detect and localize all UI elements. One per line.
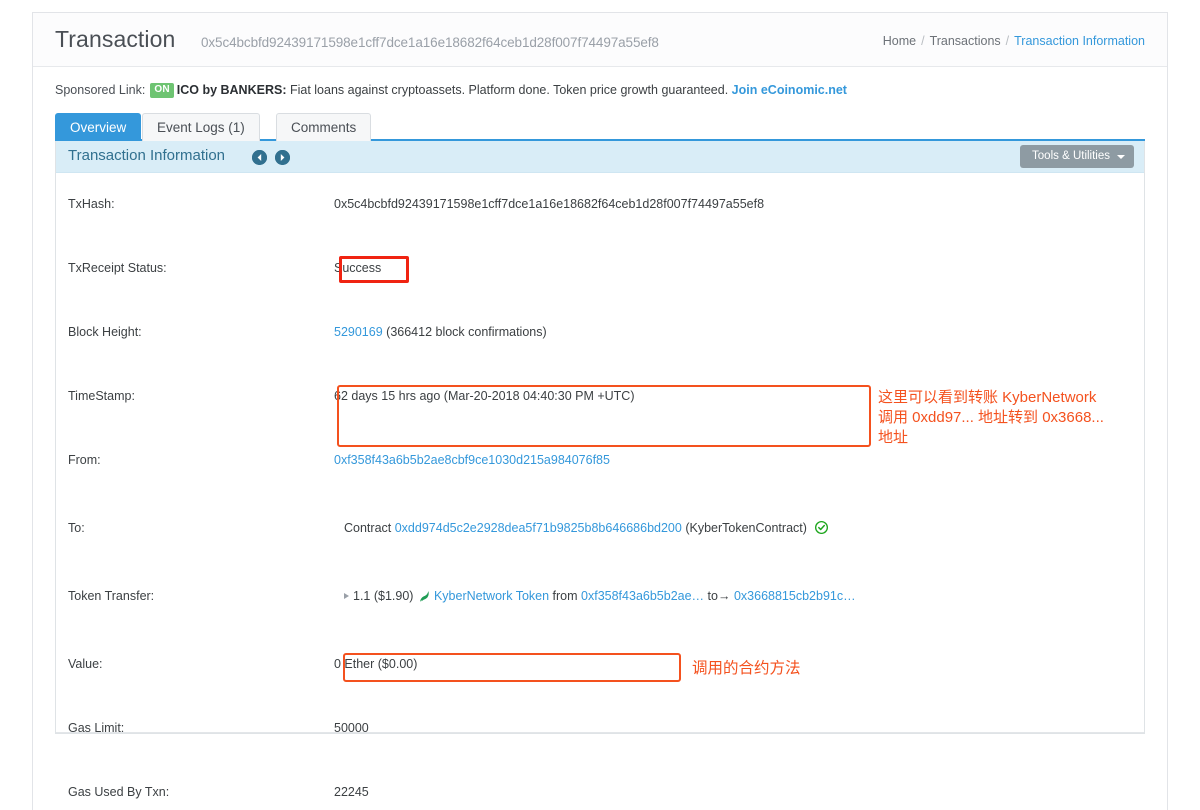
- tools-and-utilities-label: Tools & Utilities: [1032, 150, 1110, 162]
- label-to: To:: [68, 521, 85, 535]
- sponsored-link-row: Sponsored Link: ON ICO by BANKERS: Fiat lo…: [33, 67, 1167, 113]
- verified-contract-icon: [815, 520, 829, 535]
- arrow-right-icon: →: [717, 589, 731, 603]
- token-transfer-from-address[interactable]: 0xf358f43a6b5b2ae…: [581, 589, 704, 603]
- label-token-transfer: Token Transfer:: [68, 589, 155, 603]
- token-transfer-to-address[interactable]: 0x3668815cb2b91c…: [734, 589, 856, 603]
- tab-bar: Overview Event Logs (1) Comments: [55, 113, 1145, 141]
- chevron-down-icon: [1117, 155, 1125, 159]
- value-gas-used: 22245: [334, 785, 369, 799]
- panel-bottom-divider: [56, 732, 1144, 733]
- value-value: 0 Ether ($0.00): [334, 657, 418, 671]
- value-token-transfer: 1.1 ($1.90) KyberNetwork Token from 0xf3…: [344, 589, 856, 603]
- status-badge: Success: [334, 261, 382, 275]
- row-from: From: 0xf358f43a6b5b2ae8cbf9ce1030d215a9…: [56, 447, 1144, 479]
- label-timestamp: TimeStamp:: [68, 389, 135, 403]
- page-title: Transaction: [55, 26, 176, 52]
- panel-body: TxHash: 0x5c4bcbfd92439171598e1cff7dce1a…: [56, 173, 1144, 799]
- token-transfer-amount: 1.1 ($1.90): [353, 589, 414, 603]
- row-value: Value: 0 Ether ($0.00): [56, 651, 1144, 683]
- sponsored-cta-link[interactable]: Join eCoinomic.net: [732, 83, 847, 97]
- breadcrumb-current: Transaction Information: [1014, 34, 1145, 48]
- sponsored-advertiser: ICO by BANKERS:: [176, 83, 287, 97]
- label-gas-used: Gas Used By Txn:: [68, 785, 170, 799]
- label-from: From:: [68, 453, 101, 467]
- value-txhash: 0x5c4bcbfd92439171598e1cff7dce1a16e18682…: [334, 197, 765, 211]
- row-to: To: Contract 0xdd974d5c2e2928dea5f71b982…: [56, 515, 1144, 547]
- value-block-height: 5290169 (366412 block confirmations): [334, 325, 547, 339]
- page-header: Transaction 0x5c4bcbfd92439171598e1cff7d…: [33, 13, 1167, 67]
- row-txreceipt-status: TxReceipt Status: Success: [56, 255, 1144, 287]
- value-to: Contract 0xdd974d5c2e2928dea5f71b9825b8b…: [344, 520, 829, 535]
- label-txreceipt-status: TxReceipt Status:: [68, 261, 167, 275]
- tab-event-logs[interactable]: Event Logs (1): [142, 113, 260, 141]
- row-gas-used: Gas Used By Txn: 22245: [56, 779, 1144, 810]
- page-title-hash: 0x5c4bcbfd92439171598e1cff7dce1a16e18682…: [201, 35, 659, 50]
- token-leaf-icon: [419, 590, 430, 602]
- value-timestamp: 62 days 15 hrs ago (Mar-20-2018 04:40:30…: [334, 389, 635, 403]
- breadcrumb-separator-2: /: [1005, 34, 1010, 48]
- block-confirmations: (366412 block confirmations): [386, 325, 547, 339]
- token-transfer-to-word: to: [707, 589, 718, 603]
- sponsored-label: Sponsored Link:: [55, 83, 146, 97]
- to-contract-address-link[interactable]: 0xdd974d5c2e2928dea5f71b9825b8b646686bd2…: [395, 521, 682, 535]
- to-contract-prefix: Contract: [344, 521, 392, 535]
- token-transfer-from-word: from: [552, 589, 578, 603]
- sponsored-text: Fiat loans against cryptoassets. Platfor…: [289, 83, 729, 97]
- tools-and-utilities-button[interactable]: Tools & Utilities: [1020, 145, 1134, 168]
- annotation-text-transfer: 这里可以看到转账 KyberNetwork 调用 0xdd97... 地址转到 …: [878, 389, 1104, 446]
- label-block-height: Block Height:: [68, 325, 142, 339]
- row-txhash: TxHash: 0x5c4bcbfd92439171598e1cff7dce1a…: [56, 191, 1144, 223]
- breadcrumb: Home / Transactions / Transaction Informatio…: [883, 34, 1145, 48]
- sponsored-on-badge: ON: [150, 83, 174, 98]
- label-txhash: TxHash:: [68, 197, 115, 211]
- prev-transaction-icon[interactable]: [252, 150, 267, 166]
- panel-title: Transaction Information: [68, 147, 226, 164]
- row-block-height: Block Height: 5290169 (366412 block conf…: [56, 319, 1144, 351]
- tab-comments[interactable]: Comments: [276, 113, 372, 141]
- breadcrumb-home[interactable]: Home: [883, 34, 916, 48]
- row-token-transfer: Token Transfer: 1.1 ($1.90) KyberNetwork…: [56, 583, 1144, 615]
- panel-header: Transaction Information Tools & Utilitie…: [56, 141, 1144, 173]
- breadcrumb-transactions[interactable]: Transactions: [930, 34, 1001, 48]
- transaction-page: Transaction 0x5c4bcbfd92439171598e1cff7d…: [0, 0, 1200, 810]
- label-value: Value:: [68, 657, 103, 671]
- expand-caret-icon[interactable]: [344, 593, 349, 599]
- from-address-link[interactable]: 0xf358f43a6b5b2ae8cbf9ce1030d215a984076f…: [334, 453, 610, 467]
- annotation-text-function: 调用的合约方法: [692, 660, 801, 677]
- to-contract-name: (KyberTokenContract): [685, 521, 807, 535]
- next-transaction-icon[interactable]: [275, 150, 291, 166]
- tab-overview[interactable]: Overview: [55, 113, 142, 141]
- token-name-link[interactable]: KyberNetwork Token: [434, 589, 549, 603]
- row-gas-limit: Gas Limit: 50000: [56, 715, 1144, 747]
- block-height-link[interactable]: 5290169: [334, 325, 383, 339]
- panel-nav-arrows: [252, 149, 294, 167]
- breadcrumb-separator-1: /: [921, 34, 925, 48]
- value-from: 0xf358f43a6b5b2ae8cbf9ce1030d215a984076f…: [334, 453, 610, 467]
